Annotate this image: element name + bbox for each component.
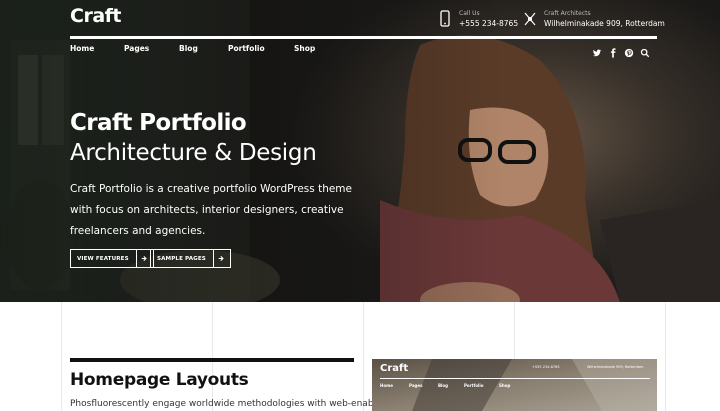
sample-pages-button[interactable]: SAMPLE PAGES: [150, 249, 231, 268]
nav-item-blog[interactable]: Blog: [179, 44, 228, 53]
arrow-right-icon: [212, 250, 230, 267]
address-text: Wilhelminakade 909, Rotterdam: [544, 19, 665, 28]
main-nav: Home Pages Blog Portfolio Shop: [70, 44, 334, 53]
thumbnail-logo: Craft: [380, 363, 409, 374]
thumbnail-nav-portfolio: Portfolio: [464, 383, 484, 388]
compass-icon: [524, 12, 536, 26]
address-contact[interactable]: Craft Architects Wilhelminakade 909, Rot…: [523, 9, 665, 29]
twitter-icon[interactable]: [592, 43, 608, 57]
nav-item-home[interactable]: Home: [70, 44, 124, 53]
column-guide: [363, 302, 364, 411]
hero-description: Craft Portfolio is a creative portfolio …: [70, 183, 352, 237]
view-features-label: VIEW FEATURES: [77, 255, 129, 262]
sample-pages-label: SAMPLE PAGES: [157, 255, 206, 262]
address-label: Craft Architects: [544, 10, 591, 17]
thumbnail-nav-pages: Pages: [409, 383, 423, 388]
nav-item-pages[interactable]: Pages: [124, 44, 179, 53]
column-guide: [212, 302, 213, 411]
column-guide: [665, 302, 666, 411]
thumbnail-address: Wilhelminakade 909, Rotterdam: [587, 365, 644, 369]
phone-contact[interactable]: Call Us +555 234-8765: [438, 9, 518, 29]
section-title: Homepage Layouts: [70, 370, 249, 390]
site-logo[interactable]: Craft: [70, 5, 121, 27]
section-divider: [70, 358, 354, 362]
thumbnail-divider: [380, 378, 650, 379]
search-icon[interactable]: [640, 43, 656, 58]
thumbnail-nav-blog: Blog: [438, 383, 449, 388]
hero-title: Craft Portfolio: [70, 110, 247, 136]
phone-label: Call Us: [459, 10, 480, 17]
hero-subtitle: Architecture & Design: [70, 140, 317, 166]
social-links: [592, 43, 656, 58]
column-guide: [61, 302, 62, 411]
section-text: Phosfluorescently engage worldwide metho…: [70, 399, 388, 409]
thumbnail-nav-shop: Shop: [499, 383, 511, 388]
homepage-layout-thumbnail[interactable]: Craft +555 234-8765 Wilhelminakade 909, …: [372, 359, 657, 411]
nav-item-shop[interactable]: Shop: [294, 44, 334, 53]
view-features-button[interactable]: VIEW FEATURES: [70, 249, 154, 268]
thumbnail-phone: +555 234-8765: [532, 365, 560, 369]
facebook-icon[interactable]: [608, 43, 624, 58]
hero-banner: Craft Call Us +555 234-8765 Craft Archit…: [0, 0, 720, 302]
header-divider: [70, 36, 657, 39]
pinterest-icon[interactable]: [624, 43, 640, 58]
phone-number: +555 234-8765: [459, 19, 519, 28]
thumbnail-nav-home: Home: [380, 383, 393, 388]
nav-item-portfolio[interactable]: Portfolio: [228, 44, 294, 53]
phone-icon: [440, 10, 450, 27]
